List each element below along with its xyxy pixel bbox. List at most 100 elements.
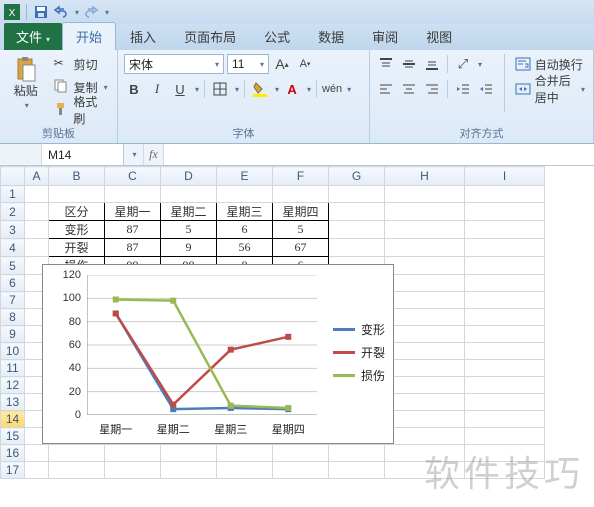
row-header[interactable]: 9: [1, 326, 25, 343]
cell[interactable]: [465, 462, 545, 479]
cell[interactable]: 星期二: [161, 203, 217, 221]
col-header[interactable]: F: [273, 167, 329, 186]
cell[interactable]: [329, 445, 385, 462]
row-header[interactable]: 10: [1, 343, 25, 360]
cell[interactable]: [465, 343, 545, 360]
align-center-button[interactable]: [399, 79, 419, 99]
cell[interactable]: [385, 360, 465, 377]
tab-review[interactable]: 审阅: [358, 22, 412, 50]
row-header[interactable]: 5: [1, 257, 25, 275]
increase-indent-button[interactable]: [476, 79, 496, 99]
worksheet-grid[interactable]: ABCDEFGHI12区分星期一星期二星期三星期四3变形875654开裂8795…: [0, 166, 594, 507]
cell[interactable]: 开裂: [49, 239, 105, 257]
chevron-down-icon[interactable]: ▾: [235, 85, 239, 94]
cell[interactable]: [465, 292, 545, 309]
cell[interactable]: [385, 326, 465, 343]
cell[interactable]: [273, 462, 329, 479]
cell[interactable]: 变形: [49, 221, 105, 239]
tab-file[interactable]: 文件▾: [4, 23, 62, 50]
shrink-font-button[interactable]: A▾: [295, 54, 315, 74]
cell[interactable]: [329, 239, 385, 257]
undo-dropdown-icon[interactable]: ▾: [75, 8, 79, 17]
bold-button[interactable]: B: [124, 79, 144, 99]
cell[interactable]: [385, 377, 465, 394]
row-header[interactable]: 1: [1, 186, 25, 203]
cell[interactable]: [385, 186, 465, 203]
cell[interactable]: [49, 462, 105, 479]
row-header[interactable]: 4: [1, 239, 25, 257]
tab-insert[interactable]: 插入: [116, 22, 170, 50]
cell[interactable]: [465, 360, 545, 377]
cell[interactable]: [105, 186, 161, 203]
cell[interactable]: [217, 462, 273, 479]
cell[interactable]: [329, 462, 385, 479]
col-header[interactable]: E: [217, 167, 273, 186]
namebox-dropdown[interactable]: ▾: [124, 144, 144, 165]
chevron-down-icon[interactable]: ▾: [195, 85, 199, 94]
fx-button[interactable]: fx: [144, 144, 164, 165]
cell[interactable]: [217, 186, 273, 203]
cell[interactable]: [385, 445, 465, 462]
cell[interactable]: 星期三: [217, 203, 273, 221]
cell[interactable]: [465, 411, 545, 428]
qat-customize-icon[interactable]: ▾: [105, 8, 109, 17]
cell[interactable]: 5: [273, 221, 329, 239]
cell[interactable]: [161, 445, 217, 462]
cell[interactable]: [385, 239, 465, 257]
cell[interactable]: [25, 445, 49, 462]
cell[interactable]: 87: [105, 221, 161, 239]
cell[interactable]: [105, 445, 161, 462]
chevron-down-icon[interactable]: ▾: [307, 85, 311, 94]
cell[interactable]: [25, 239, 49, 257]
cell[interactable]: 星期四: [273, 203, 329, 221]
cell[interactable]: [329, 186, 385, 203]
cell[interactable]: 6: [217, 221, 273, 239]
orientation-button[interactable]: ⤢: [453, 54, 473, 74]
cell[interactable]: [25, 221, 49, 239]
cell[interactable]: [385, 462, 465, 479]
tab-page-layout[interactable]: 页面布局: [170, 22, 250, 50]
cell[interactable]: [161, 462, 217, 479]
embedded-chart[interactable]: 020406080100120 星期一星期二星期三星期四 变形开裂损伤: [42, 264, 394, 444]
border-button[interactable]: [210, 79, 230, 99]
cell[interactable]: [465, 203, 545, 221]
name-box[interactable]: M14: [42, 144, 123, 165]
cell[interactable]: [385, 394, 465, 411]
wrap-text-button[interactable]: 自动换行: [513, 54, 587, 74]
cell[interactable]: [465, 394, 545, 411]
font-name-select[interactable]: 宋体▾: [124, 54, 224, 74]
cell[interactable]: 56: [217, 239, 273, 257]
align-top-button[interactable]: [376, 54, 396, 74]
cell[interactable]: 区分: [49, 203, 105, 221]
align-middle-button[interactable]: [399, 54, 419, 74]
cell[interactable]: [385, 309, 465, 326]
formula-input[interactable]: [164, 144, 594, 165]
row-header[interactable]: 13: [1, 394, 25, 411]
cell[interactable]: [49, 445, 105, 462]
col-header[interactable]: B: [49, 167, 105, 186]
decrease-indent-button[interactable]: [453, 79, 473, 99]
cell[interactable]: 87: [105, 239, 161, 257]
save-icon[interactable]: [33, 4, 49, 20]
cell[interactable]: [385, 292, 465, 309]
format-painter-button[interactable]: 格式刷: [52, 100, 111, 120]
cell[interactable]: [385, 428, 465, 445]
phonetic-button[interactable]: wén: [322, 79, 342, 99]
paste-button[interactable]: 粘贴 ▾: [6, 54, 46, 112]
chevron-down-icon[interactable]: ▾: [478, 60, 482, 69]
col-header[interactable]: G: [329, 167, 385, 186]
cell[interactable]: [385, 411, 465, 428]
select-all-corner[interactable]: [1, 167, 25, 186]
italic-button[interactable]: I: [147, 79, 167, 99]
fill-color-button[interactable]: [250, 79, 270, 99]
cell[interactable]: [465, 257, 545, 275]
redo-icon[interactable]: [83, 4, 99, 20]
cell[interactable]: [465, 239, 545, 257]
cell[interactable]: [385, 203, 465, 221]
row-header[interactable]: 2: [1, 203, 25, 221]
chevron-down-icon[interactable]: ▾: [347, 85, 351, 94]
cell[interactable]: 星期一: [105, 203, 161, 221]
row-header[interactable]: 7: [1, 292, 25, 309]
font-size-select[interactable]: 11▾: [227, 54, 269, 74]
cell[interactable]: 9: [161, 239, 217, 257]
